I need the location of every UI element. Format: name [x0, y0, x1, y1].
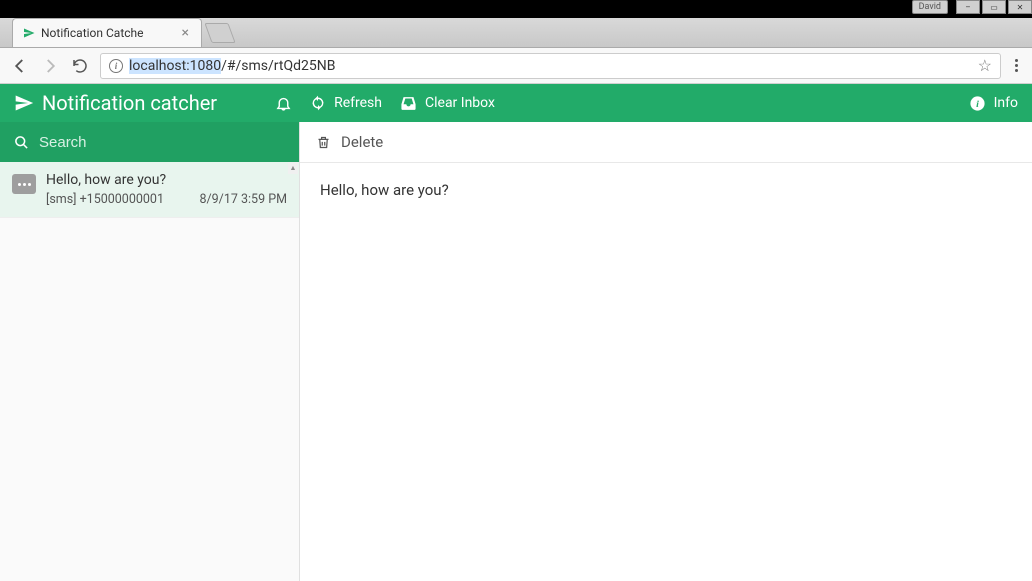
- refresh-button[interactable]: Refresh: [310, 95, 382, 111]
- message-meta: Hello, how are you? [sms] +15000000001 8…: [46, 172, 287, 207]
- os-close[interactable]: ✕: [1008, 0, 1032, 14]
- scroll-up-arrow[interactable]: ▲: [288, 162, 298, 174]
- app-header: Notification catcher Refresh Clear Inbox…: [0, 84, 1032, 122]
- browser-tab[interactable]: Notification Catche ×: [12, 18, 202, 47]
- browser-menu-button[interactable]: [1011, 55, 1022, 76]
- search-bar: [0, 122, 299, 162]
- message-date: 8/9/17 3:59 PM: [199, 192, 287, 207]
- search-input[interactable]: [39, 134, 285, 151]
- new-tab-button[interactable]: [204, 23, 235, 43]
- inbox-icon: [400, 95, 417, 112]
- trash-icon[interactable]: [316, 134, 331, 151]
- site-info-icon[interactable]: i: [109, 59, 123, 73]
- forward-button[interactable]: [40, 56, 60, 76]
- reload-button[interactable]: [70, 56, 90, 76]
- message-subject: Hello, how are you?: [46, 172, 287, 188]
- refresh-icon: [310, 95, 326, 111]
- app-body: ▲ Hello, how are you? [sms] +15000000001…: [0, 122, 1032, 581]
- search-icon: [14, 135, 29, 150]
- app-title-text: Notification catcher: [42, 91, 217, 115]
- bell-icon: [275, 95, 292, 112]
- tab-title: Notification Catche: [41, 26, 174, 40]
- os-user-badge: David: [912, 0, 948, 14]
- sms-icon: [12, 174, 36, 194]
- message-from: [sms] +15000000001: [46, 192, 164, 207]
- info-icon: i: [969, 95, 986, 112]
- message-list[interactable]: ▲ Hello, how are you? [sms] +15000000001…: [0, 162, 299, 581]
- notifications-button[interactable]: [275, 95, 292, 112]
- message-body: Hello, how are you?: [300, 163, 1032, 217]
- os-minimize[interactable]: –: [956, 0, 980, 14]
- message-item[interactable]: Hello, how are you? [sms] +15000000001 8…: [0, 162, 299, 218]
- clear-inbox-label: Clear Inbox: [425, 95, 495, 111]
- clear-inbox-button[interactable]: Clear Inbox: [400, 95, 495, 112]
- os-titlebar: David – ▭ ✕: [0, 0, 1032, 18]
- delete-button[interactable]: Delete: [341, 133, 383, 151]
- content-pane: Delete Hello, how are you?: [300, 122, 1032, 581]
- browser-toolbar: i localhost:1080/#/sms/rtQd25NB ☆: [0, 48, 1032, 84]
- url-text: localhost:1080/#/sms/rtQd25NB: [129, 58, 972, 74]
- close-icon[interactable]: ×: [180, 25, 191, 41]
- app-root: Notification catcher Refresh Clear Inbox…: [0, 84, 1032, 581]
- browser-tab-strip: Notification Catche ×: [0, 18, 1032, 48]
- paper-plane-icon: [14, 93, 34, 113]
- info-label: Info: [994, 95, 1018, 111]
- info-button[interactable]: i Info: [969, 95, 1018, 112]
- sidebar: ▲ Hello, how are you? [sms] +15000000001…: [0, 122, 300, 581]
- app-title: Notification catcher: [14, 91, 217, 115]
- refresh-label: Refresh: [334, 95, 382, 111]
- bookmark-star-icon[interactable]: ☆: [978, 56, 992, 75]
- svg-text:i: i: [976, 99, 979, 110]
- paper-plane-icon: [23, 27, 35, 39]
- os-maximize[interactable]: ▭: [982, 0, 1006, 14]
- content-toolbar: Delete: [300, 122, 1032, 163]
- back-button[interactable]: [10, 56, 30, 76]
- address-bar[interactable]: i localhost:1080/#/sms/rtQd25NB ☆: [100, 53, 1001, 79]
